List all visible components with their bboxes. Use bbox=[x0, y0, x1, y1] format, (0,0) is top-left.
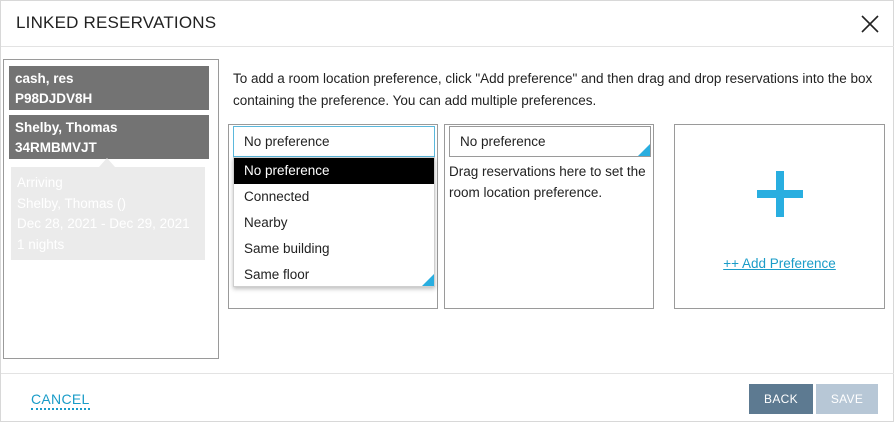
dropdown-option-connected[interactable]: Connected bbox=[234, 184, 434, 210]
cancel-button[interactable]: CANCEL bbox=[31, 391, 90, 410]
reservation-tooltip: Arriving Shelby, Thomas () Dec 28, 2021 … bbox=[11, 167, 205, 260]
tooltip-status: Arriving bbox=[17, 175, 63, 190]
reservation-name: Shelby, Thomas bbox=[15, 120, 118, 135]
dropdown-option-same-floor[interactable]: Same floor bbox=[234, 262, 434, 288]
reservation-card-shelby-thomas[interactable]: Shelby, Thomas 34RMBMVJT bbox=[9, 115, 209, 159]
reservation-card-cash-res[interactable]: cash, res P98DJDV8H bbox=[9, 66, 209, 110]
reservation-name: cash, res bbox=[15, 71, 74, 86]
dropdown-option-no-preference[interactable]: No preference bbox=[234, 158, 434, 184]
preference-select-value: No preference bbox=[460, 134, 546, 149]
tooltip-dates: Dec 28, 2021 - Dec 29, 2021 bbox=[17, 216, 190, 231]
preference-select-value: No preference bbox=[244, 134, 330, 149]
reservation-code: P98DJDV8H bbox=[15, 91, 93, 106]
plus-icon-vertical bbox=[776, 171, 784, 217]
tooltip-caret bbox=[99, 158, 115, 167]
preference-select-2[interactable]: No preference bbox=[449, 126, 651, 157]
dropdown-option-same-building[interactable]: Same building bbox=[234, 236, 434, 262]
preference-select-1[interactable]: No preference bbox=[233, 126, 435, 157]
linked-reservations-dialog: LINKED RESERVATIONS cash, res P98DJDV8H … bbox=[0, 0, 894, 422]
dialog-header: LINKED RESERVATIONS bbox=[1, 1, 894, 47]
dropdown-corner-icon bbox=[638, 144, 650, 156]
reservations-list: cash, res P98DJDV8H Shelby, Thomas 34RMB… bbox=[3, 59, 219, 359]
footer-divider bbox=[1, 373, 894, 374]
save-button[interactable]: SAVE bbox=[816, 384, 878, 414]
reservation-code: 34RMBMVJT bbox=[15, 140, 97, 155]
close-icon-glyph bbox=[861, 15, 879, 33]
dialog-title: LINKED RESERVATIONS bbox=[16, 13, 217, 32]
plus-icon[interactable] bbox=[757, 171, 803, 217]
tooltip-nights: 1 nights bbox=[17, 236, 65, 252]
close-icon[interactable] bbox=[859, 13, 881, 35]
back-button[interactable]: BACK bbox=[749, 384, 813, 414]
instructions-text: To add a room location preference, click… bbox=[233, 71, 873, 108]
tooltip-guest: Shelby, Thomas () bbox=[17, 195, 127, 211]
preference-dropdown-menu: No preference Connected Nearby Same buil… bbox=[233, 157, 435, 287]
add-preference-link[interactable]: ++ Add Preference bbox=[674, 256, 885, 271]
drag-hint-text: Drag reservations here to set the room l… bbox=[449, 164, 646, 200]
dropdown-corner-icon bbox=[422, 274, 434, 286]
dropdown-option-nearby[interactable]: Nearby bbox=[234, 210, 434, 236]
